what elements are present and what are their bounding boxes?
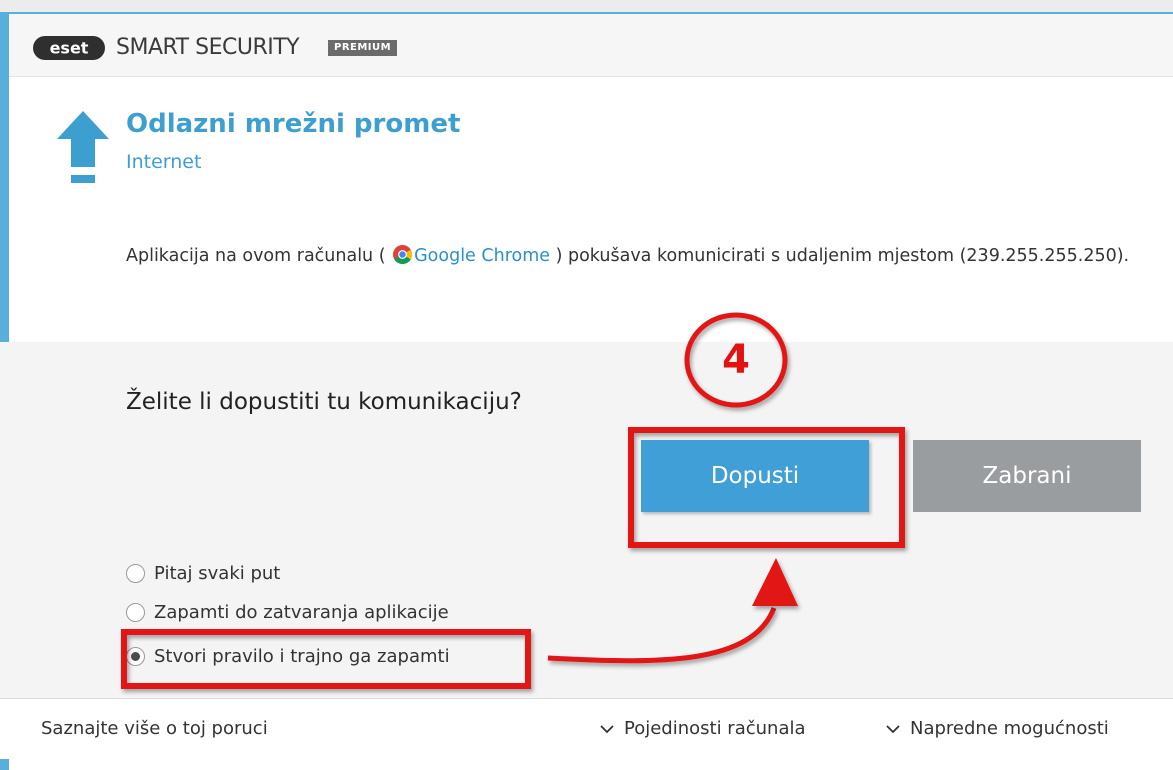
alert-title: Odlazni mrežni promet bbox=[126, 109, 461, 139]
learn-more-label: Saznajte više o toj poruci bbox=[41, 718, 268, 739]
edition-badge: PREMIUM bbox=[328, 40, 398, 56]
chevron-down-icon bbox=[600, 724, 614, 733]
eset-logo-text: eset bbox=[50, 39, 89, 58]
message-after: ) pokušava komunicirati s udaljenim mjes… bbox=[550, 246, 1130, 266]
advanced-options-label: Napredne mogućnosti bbox=[910, 718, 1109, 739]
title-bar: eset SMART SECURITY PREMIUM bbox=[9, 14, 1173, 77]
option-label: Pitaj svaki put bbox=[154, 562, 281, 584]
radio-create-rule[interactable] bbox=[126, 646, 145, 666]
computer-details-toggle[interactable]: Pojedinosti računala bbox=[600, 718, 806, 739]
option-label: Stvori pravilo i trajno ga zapamti bbox=[154, 645, 450, 667]
option-remember-until-close[interactable]: Zapamti do zatvaranja aplikacije bbox=[126, 598, 449, 626]
computer-details-label: Pojedinosti računala bbox=[624, 718, 806, 739]
alert-subtitle: Internet bbox=[126, 151, 202, 173]
option-ask-every-time[interactable]: Pitaj svaki put bbox=[126, 559, 280, 587]
product-name: SMART SECURITY bbox=[116, 35, 300, 60]
option-label: Zapamti do zatvaranja aplikacije bbox=[154, 601, 449, 623]
option-create-rule[interactable]: Stvori pravilo i trajno ga zapamti bbox=[126, 642, 450, 670]
eset-logo: eset bbox=[33, 36, 105, 60]
advanced-options-toggle[interactable]: Napredne mogućnosti bbox=[886, 718, 1109, 739]
alert-message: Aplikacija na ovom računalu ( Google Chr… bbox=[126, 241, 1156, 272]
message-before: Aplikacija na ovom računalu ( bbox=[126, 246, 392, 266]
chevron-down-icon bbox=[886, 724, 900, 733]
upload-arrow-icon bbox=[57, 111, 109, 183]
radio-remember-until-close[interactable] bbox=[126, 602, 145, 622]
decision-question: Želite li dopustiti tu komunikaciju? bbox=[126, 389, 522, 415]
app-name-link[interactable]: Google Chrome bbox=[414, 246, 550, 266]
chrome-icon bbox=[393, 245, 413, 264]
radio-ask-every-time[interactable] bbox=[126, 563, 145, 583]
step-number: 4 bbox=[722, 337, 750, 383]
deny-button[interactable]: Zabrani bbox=[913, 440, 1141, 512]
learn-more-link[interactable]: Saznajte više o toj poruci bbox=[41, 718, 268, 739]
allow-button[interactable]: Dopusti bbox=[641, 440, 869, 512]
